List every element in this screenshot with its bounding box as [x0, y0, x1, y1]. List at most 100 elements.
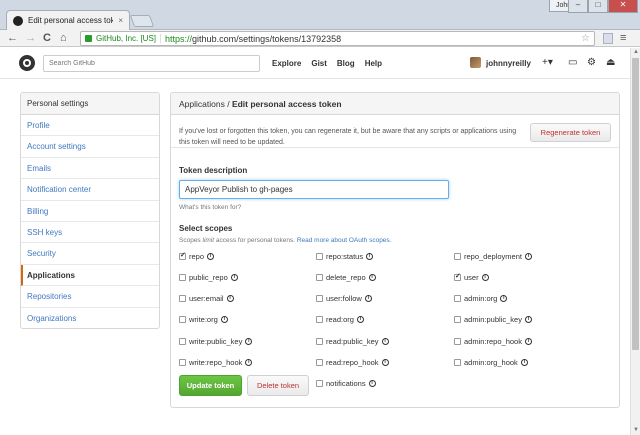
username-link[interactable]: johnnyreilly — [486, 59, 531, 68]
scope-checkbox[interactable] — [316, 380, 323, 388]
sidebar-item-repositories[interactable]: Repositories — [21, 286, 159, 308]
scope-label[interactable]: notifications — [326, 379, 366, 388]
sidebar-item-billing[interactable]: Billing — [21, 201, 159, 222]
sidebar-item-ssh-keys[interactable]: SSH keys — [21, 222, 159, 244]
info-icon[interactable]: i — [381, 359, 389, 366]
bookmark-star-icon[interactable]: ☆ — [581, 33, 590, 44]
info-icon[interactable]: i — [356, 316, 364, 324]
create-new-plus-icon[interactable]: +▾ — [542, 57, 553, 68]
info-icon[interactable]: i — [524, 337, 532, 345]
chrome-menu-icon[interactable]: ≡ — [620, 33, 626, 44]
info-icon[interactable]: i — [500, 295, 508, 303]
forward-arrow-icon[interactable]: → — [25, 32, 36, 44]
search-input[interactable] — [43, 55, 260, 72]
scope-user-follow[interactable]: user:follow i — [316, 294, 372, 304]
scope-checkbox[interactable] — [179, 316, 186, 324]
scope-admin-public-key[interactable]: admin:public_key i — [454, 315, 532, 325]
settings-gear-icon[interactable]: ⚙ — [587, 57, 596, 68]
minimize-button[interactable]: – — [568, 0, 588, 13]
scope-checkbox[interactable] — [179, 251, 186, 260]
breadcrumb-applications[interactable]: Applications — [179, 99, 225, 109]
nav-help[interactable]: Help — [365, 59, 382, 68]
page-scrollbar[interactable]: ▲ ▼ — [630, 48, 640, 435]
browser-tab[interactable]: Edit personal access token × — [6, 10, 130, 30]
info-icon[interactable]: i — [366, 252, 374, 260]
sidebar-item-organizations[interactable]: Organizations — [21, 308, 159, 328]
scope-checkbox[interactable] — [454, 252, 461, 260]
scope-write-repo-hook[interactable]: write:repo_hook i — [179, 358, 253, 368]
extension-icon[interactable] — [603, 33, 613, 44]
scope-label[interactable]: user:follow — [326, 294, 362, 303]
scope-checkbox[interactable] — [179, 359, 186, 366]
scope-label[interactable]: read:repo_hook — [326, 358, 379, 367]
scope-label[interactable]: repo_deployment — [464, 252, 522, 261]
info-icon[interactable]: i — [524, 252, 532, 260]
ev-certificate-label[interactable]: GitHub, Inc. [US] — [96, 34, 162, 43]
scope-admin-org[interactable]: admin:org i — [454, 294, 508, 304]
regenerate-token-button[interactable]: Regenerate token — [530, 123, 611, 142]
scope-label[interactable]: user — [464, 273, 479, 282]
delete-token-button[interactable]: Delete token — [247, 375, 309, 396]
scope-label[interactable]: public_repo — [189, 273, 228, 282]
scope-delete-repo[interactable]: delete_repo i — [316, 272, 376, 282]
info-icon[interactable]: i — [207, 252, 215, 260]
scope-checkbox[interactable] — [179, 273, 186, 281]
info-icon[interactable]: i — [481, 273, 489, 281]
scope-label[interactable]: admin:public_key — [464, 315, 522, 324]
home-icon[interactable]: ⌂ — [60, 32, 67, 44]
scope-label[interactable]: write:org — [189, 315, 218, 324]
scope-label[interactable]: repo — [189, 252, 204, 261]
nav-explore[interactable]: Explore — [272, 59, 301, 68]
scrollbar-thumb[interactable] — [632, 58, 639, 350]
scope-notifications[interactable]: notifications i — [316, 379, 376, 389]
inbox-icon[interactable]: ▭ — [568, 57, 577, 68]
info-icon[interactable]: i — [226, 295, 234, 303]
scope-label[interactable]: write:repo_hook — [189, 358, 242, 367]
scope-checkbox[interactable] — [316, 359, 323, 366]
info-icon[interactable]: i — [524, 316, 532, 324]
avatar[interactable] — [470, 57, 481, 68]
info-icon[interactable]: i — [368, 380, 376, 388]
tab-close-icon[interactable]: × — [118, 16, 123, 25]
sidebar-item-security[interactable]: Security — [21, 243, 159, 265]
sidebar-item-applications[interactable]: Applications — [21, 264, 159, 287]
scope-read-public-key[interactable]: read:public_key i — [316, 336, 389, 346]
info-icon[interactable]: i — [245, 359, 253, 366]
scope-label[interactable]: admin:org_hook — [464, 358, 518, 367]
scope-read-org[interactable]: read:org i — [316, 315, 364, 325]
update-token-button[interactable]: Update token — [179, 375, 242, 396]
oauth-scopes-link[interactable]: Read more about OAuth scopes. — [297, 237, 392, 244]
scope-repo-status[interactable]: repo:status i — [316, 251, 374, 261]
url-text[interactable]: https://github.com/settings/tokens/13792… — [165, 34, 577, 44]
info-icon[interactable]: i — [368, 273, 376, 281]
scope-read-repo-hook[interactable]: read:repo_hook i — [316, 358, 389, 368]
scope-user[interactable]: useri — [454, 272, 489, 282]
scope-write-org[interactable]: write:org i — [179, 315, 228, 325]
info-icon[interactable]: i — [381, 337, 389, 345]
scope-checkbox[interactable] — [454, 272, 461, 281]
new-tab-button[interactable] — [129, 15, 155, 27]
scope-checkbox[interactable] — [454, 316, 461, 324]
scope-label[interactable]: user:email — [189, 294, 224, 303]
scope-checkbox[interactable] — [316, 273, 323, 281]
reload-icon[interactable]: C — [43, 32, 51, 44]
info-icon[interactable]: i — [245, 337, 253, 345]
nav-gist[interactable]: Gist — [311, 59, 327, 68]
info-icon[interactable]: i — [364, 295, 372, 303]
sign-out-icon[interactable]: ⏏ — [606, 57, 615, 68]
back-arrow-icon[interactable]: ← — [7, 32, 18, 44]
close-window-button[interactable]: ✕ — [608, 0, 638, 13]
sidebar-item-profile[interactable]: Profile — [21, 115, 159, 137]
scope-checkbox[interactable] — [316, 337, 323, 345]
sidebar-item-emails[interactable]: Emails — [21, 158, 159, 180]
scope-checkbox[interactable] — [454, 359, 461, 366]
scope-label[interactable]: read:public_key — [326, 337, 379, 346]
info-icon[interactable]: i — [220, 316, 228, 324]
nav-blog[interactable]: Blog — [337, 59, 355, 68]
token-description-input[interactable] — [179, 180, 449, 199]
scope-write-public-key[interactable]: write:public_key i — [179, 336, 253, 346]
scope-admin-repo-hook[interactable]: admin:repo_hook i — [454, 336, 532, 346]
scope-label[interactable]: write:public_key — [189, 337, 242, 346]
scope-checkbox[interactable] — [454, 295, 461, 303]
address-bar[interactable]: GitHub, Inc. [US] https://github.com/set… — [80, 31, 595, 46]
